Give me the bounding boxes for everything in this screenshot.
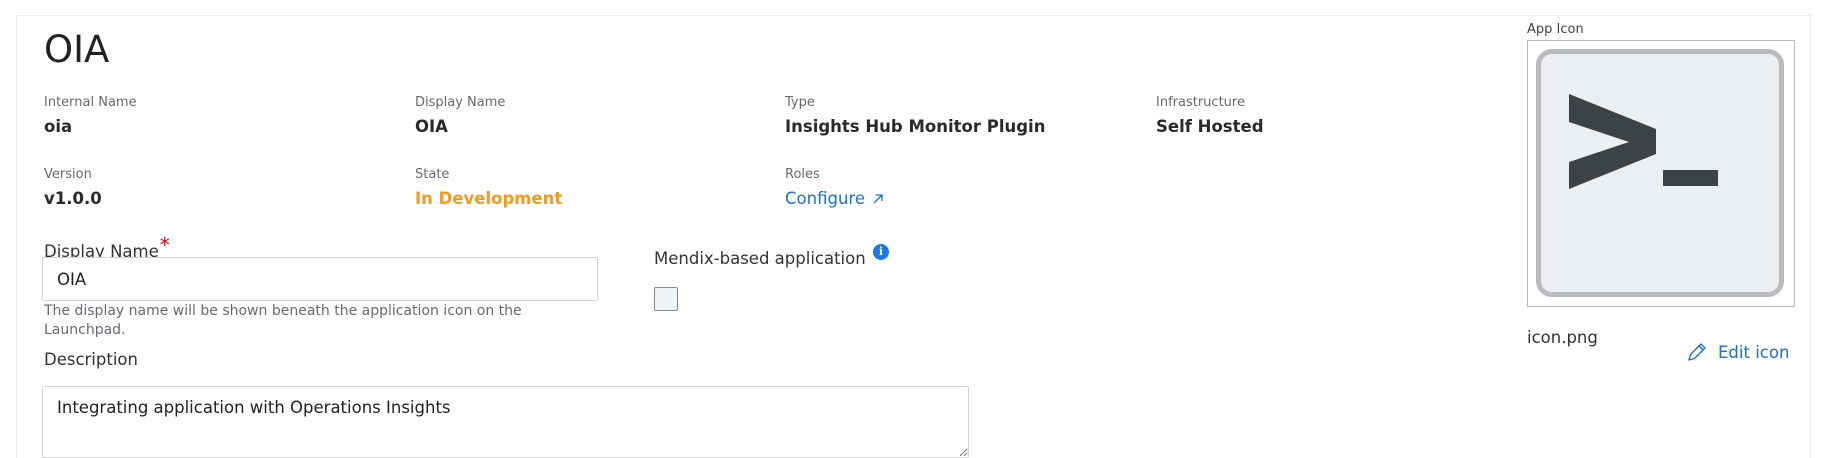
- edit-icon-button[interactable]: Edit icon: [1686, 341, 1789, 363]
- infrastructure-value: Self Hosted: [1156, 117, 1264, 136]
- app-icon-preview: [1527, 40, 1795, 307]
- description-label: Description: [44, 350, 138, 369]
- version-value: v1.0.0: [44, 189, 102, 208]
- roles-label: Roles: [785, 167, 820, 182]
- page-title: OIA: [44, 28, 110, 71]
- info-icon[interactable]: i: [873, 244, 889, 260]
- edit-icon-label: Edit icon: [1718, 342, 1790, 362]
- terminal-prompt-glyph: [1569, 94, 1718, 189]
- configure-roles-link[interactable]: Configure: [785, 189, 885, 208]
- app-icon-label: App Icon: [1527, 22, 1584, 37]
- configure-link-label: Configure: [785, 189, 865, 208]
- state-value: In Development: [415, 189, 563, 208]
- display-name-value: OIA: [415, 117, 448, 136]
- version-label: Version: [44, 167, 92, 182]
- required-star: *: [159, 233, 170, 257]
- infrastructure-label: Infrastructure: [1156, 95, 1245, 110]
- internal-name-value: oia: [44, 117, 73, 136]
- description-textarea[interactable]: Integrating application with Operations …: [42, 386, 969, 458]
- type-label: Type: [785, 95, 815, 110]
- mendix-checkbox[interactable]: [654, 287, 678, 311]
- display-name-input[interactable]: [42, 257, 598, 301]
- internal-name-label: Internal Name: [44, 95, 137, 110]
- type-value: Insights Hub Monitor Plugin: [785, 117, 1046, 136]
- mendix-label: Mendix-based application: [654, 249, 866, 268]
- display-name-helper: The display name will be shown beneath t…: [44, 303, 522, 338]
- terminal-prompt-icon: [1536, 49, 1784, 297]
- external-arrow-icon: [873, 193, 883, 203]
- state-label: State: [415, 167, 450, 182]
- icon-filename: icon.png: [1527, 328, 1598, 347]
- pencil-icon: [1688, 343, 1706, 361]
- display-name-label: Display Name: [415, 95, 506, 110]
